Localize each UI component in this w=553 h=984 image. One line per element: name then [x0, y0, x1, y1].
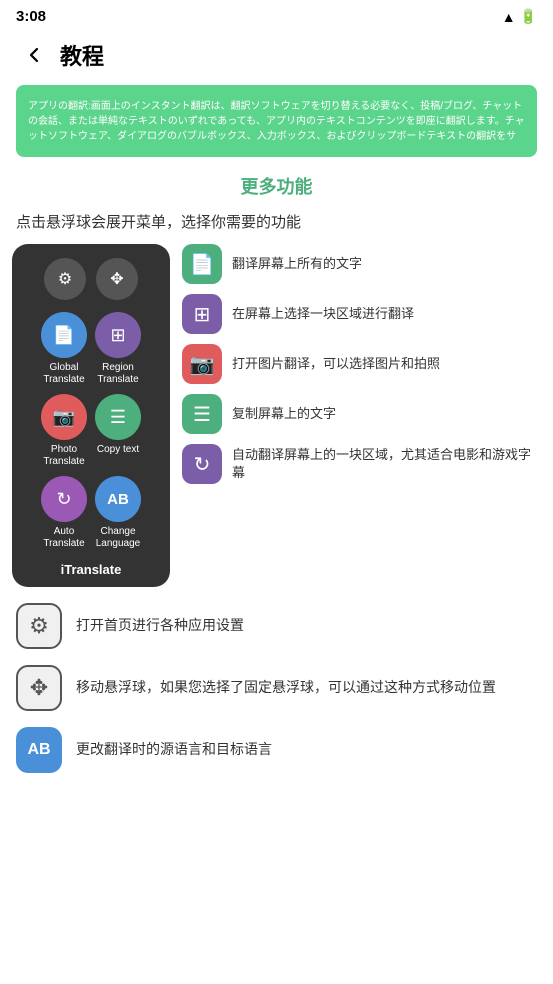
back-button[interactable]	[16, 37, 52, 73]
bottom-move-icon: ✥	[16, 665, 62, 711]
top-banner-text: アプリの翻訳:画面上のインスタント翻訳は、翻訳ソフトウェアを切り替える必要なく、…	[16, 91, 537, 152]
bottom-language-text: 更改翻译时的源语言和目标语言	[76, 740, 272, 760]
photo-translate-label: PhotoTranslate	[43, 444, 84, 468]
bubble-menu: ⚙ ✥ 📄 GlobalTranslate ⊞ RegionTranslate	[12, 244, 170, 587]
status-bar: 3:08 ▲ 🔋	[0, 0, 553, 29]
feature-photo-icon: 📷	[182, 344, 222, 384]
top-banner: アプリの翻訳:画面上のインスタント翻訳は、翻訳ソフトウェアを切り替える必要なく、…	[16, 85, 537, 157]
copy-text-icon: ☰	[95, 394, 141, 440]
main-content: ⚙ ✥ 📄 GlobalTranslate ⊞ RegionTranslate	[0, 244, 553, 587]
feature-global-icon: 📄	[182, 244, 222, 284]
bubble-brand-name: iTranslate	[61, 562, 122, 577]
bubble-top-row: ⚙ ✥	[44, 258, 138, 300]
bottom-item-settings: ⚙ 打开首页进行各种应用设置	[16, 603, 537, 649]
bottom-item-move: ✥ 移动悬浮球，如果您选择了固定悬浮球，可以通过这种方式移动位置	[16, 665, 537, 711]
bottom-settings-text: 打开首页进行各种应用设置	[76, 616, 244, 636]
bubble-grid: 📄 GlobalTranslate ⊞ RegionTranslate 📷 Ph…	[41, 312, 141, 550]
feature-auto-text: 自动翻译屏幕上的一块区域，尤其适合电影和游戏字幕	[232, 446, 541, 482]
feature-copy-icon: ☰	[182, 394, 222, 434]
feature-item: 📷 打开图片翻译，可以选择图片和拍照	[182, 344, 541, 384]
change-language-icon: AB	[95, 476, 141, 522]
bubble-item-change-language[interactable]: AB ChangeLanguage	[95, 476, 141, 550]
bubble-item-photo-translate[interactable]: 📷 PhotoTranslate	[41, 394, 87, 468]
status-time: 3:08	[16, 8, 46, 25]
feature-region-text: 在屏幕上选择一块区域进行翻译	[232, 305, 414, 323]
change-language-label: ChangeLanguage	[96, 526, 141, 550]
feature-item: ↻ 自动翻译屏幕上的一块区域，尤其适合电影和游戏字幕	[182, 444, 541, 484]
auto-translate-icon: ↻	[41, 476, 87, 522]
bottom-item-language: AB 更改翻译时的源语言和目标语言	[16, 727, 537, 773]
status-icons: ▲ 🔋	[502, 8, 537, 25]
section-subtitle: 点击悬浮球会展开菜单，选择你需要的功能	[0, 211, 553, 244]
copy-text-label: Copy text	[97, 444, 139, 456]
header: 教程	[0, 29, 553, 85]
battery-icon: 🔋	[520, 8, 537, 25]
bubble-item-auto-translate[interactable]: ↻ AutoTranslate	[41, 476, 87, 550]
bubble-item-region-translate[interactable]: ⊞ RegionTranslate	[95, 312, 141, 386]
feature-list: 📄 翻译屏幕上所有的文字 ⊞ 在屏幕上选择一块区域进行翻译 📷 打开图片翻译，可…	[182, 244, 541, 587]
bottom-move-text: 移动悬浮球，如果您选择了固定悬浮球，可以通过这种方式移动位置	[76, 678, 496, 698]
photo-translate-icon: 📷	[41, 394, 87, 440]
region-translate-label: RegionTranslate	[97, 362, 138, 386]
feature-photo-text: 打开图片翻译，可以选择图片和拍照	[232, 355, 440, 373]
bubble-move-icon[interactable]: ✥	[96, 258, 138, 300]
feature-auto-icon: ↻	[182, 444, 222, 484]
feature-item: 📄 翻译屏幕上所有的文字	[182, 244, 541, 284]
bottom-language-icon: AB	[16, 727, 62, 773]
auto-translate-label: AutoTranslate	[43, 526, 84, 550]
wifi-icon: ▲	[502, 9, 516, 25]
region-translate-icon: ⊞	[95, 312, 141, 358]
feature-item: ⊞ 在屏幕上选择一块区域进行翻译	[182, 294, 541, 334]
bottom-items: ⚙ 打开首页进行各种应用设置 ✥ 移动悬浮球，如果您选择了固定悬浮球，可以通过这…	[0, 603, 553, 773]
feature-global-text: 翻译屏幕上所有的文字	[232, 255, 362, 273]
global-translate-icon: 📄	[41, 312, 87, 358]
bubble-item-global-translate[interactable]: 📄 GlobalTranslate	[41, 312, 87, 386]
bubble-settings-icon[interactable]: ⚙	[44, 258, 86, 300]
feature-copy-text: 复制屏幕上的文字	[232, 405, 336, 423]
section-title: 更多功能	[0, 173, 553, 199]
bubble-item-copy-text[interactable]: ☰ Copy text	[95, 394, 141, 468]
page-title: 教程	[60, 39, 104, 71]
feature-item: ☰ 复制屏幕上的文字	[182, 394, 541, 434]
bottom-settings-icon: ⚙	[16, 603, 62, 649]
feature-region-icon: ⊞	[182, 294, 222, 334]
global-translate-label: GlobalTranslate	[43, 362, 84, 386]
